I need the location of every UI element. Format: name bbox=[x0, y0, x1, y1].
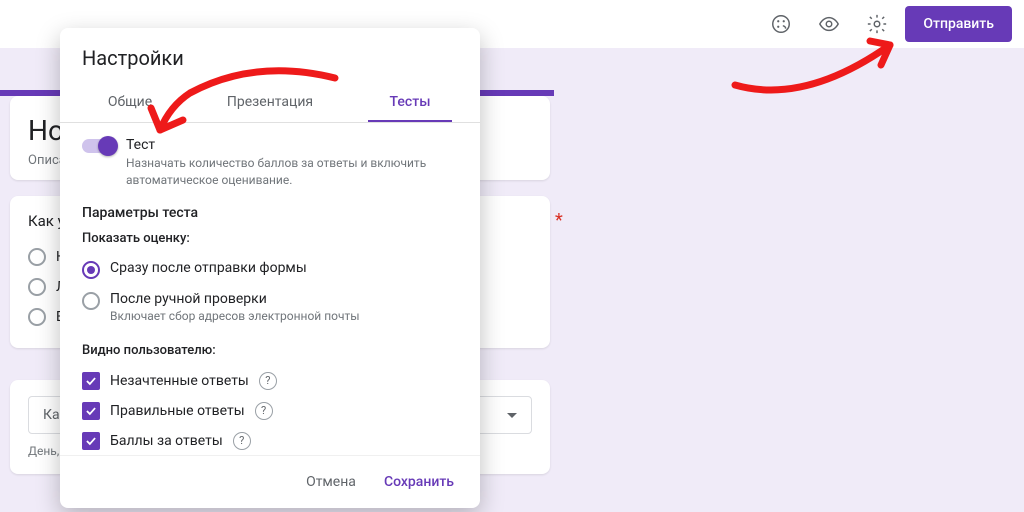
tab-presentation[interactable]: Презентация bbox=[200, 82, 340, 122]
tab-general[interactable]: Общие bbox=[60, 82, 200, 122]
chevron-down-icon bbox=[507, 413, 517, 418]
radio-immediately[interactable]: Сразу после отправки формы bbox=[82, 254, 458, 285]
radio-after-manual[interactable]: После ручной проверки Включает сбор адре… bbox=[82, 285, 458, 329]
checkbox-correct[interactable]: Правильные ответы ? bbox=[82, 396, 458, 426]
required-mark: * bbox=[555, 210, 1024, 231]
settings-modal: Настройки Общие Презентация Тесты Тест Н… bbox=[60, 28, 480, 508]
quiz-toggle-description: Назначать количество баллов за ответы и … bbox=[126, 155, 458, 189]
tab-quizzes[interactable]: Тесты bbox=[340, 82, 480, 122]
radio-icon bbox=[28, 278, 46, 296]
checkbox-icon bbox=[82, 372, 100, 390]
checkbox-icon bbox=[82, 432, 100, 450]
radio-icon bbox=[82, 292, 100, 310]
radio-icon bbox=[28, 248, 46, 266]
save-button[interactable]: Сохранить bbox=[374, 466, 464, 498]
help-icon[interactable]: ? bbox=[259, 372, 277, 390]
cancel-button[interactable]: Отмена bbox=[296, 466, 366, 498]
gear-icon[interactable] bbox=[857, 4, 897, 44]
checkbox-icon bbox=[82, 402, 100, 420]
radio-icon bbox=[82, 261, 100, 279]
checkbox-points[interactable]: Баллы за ответы ? bbox=[82, 426, 458, 455]
quiz-toggle[interactable] bbox=[82, 139, 116, 153]
palette-icon[interactable] bbox=[761, 4, 801, 44]
help-icon[interactable]: ? bbox=[233, 432, 251, 450]
modal-title: Настройки bbox=[60, 28, 480, 70]
radio-icon bbox=[28, 308, 46, 326]
send-button[interactable]: Отправить bbox=[905, 6, 1012, 42]
quiz-params-heading: Параметры теста bbox=[82, 205, 458, 221]
preview-icon[interactable] bbox=[809, 4, 849, 44]
quiz-toggle-label: Тест bbox=[126, 137, 458, 153]
visible-heading: Видно пользователю: bbox=[82, 343, 458, 358]
help-icon[interactable]: ? bbox=[255, 402, 273, 420]
checkbox-missed[interactable]: Незачтенные ответы ? bbox=[82, 366, 458, 396]
radio-sub: Включает сбор адресов электронной почты bbox=[110, 309, 360, 323]
show-grade-heading: Показать оценку: bbox=[82, 231, 458, 246]
